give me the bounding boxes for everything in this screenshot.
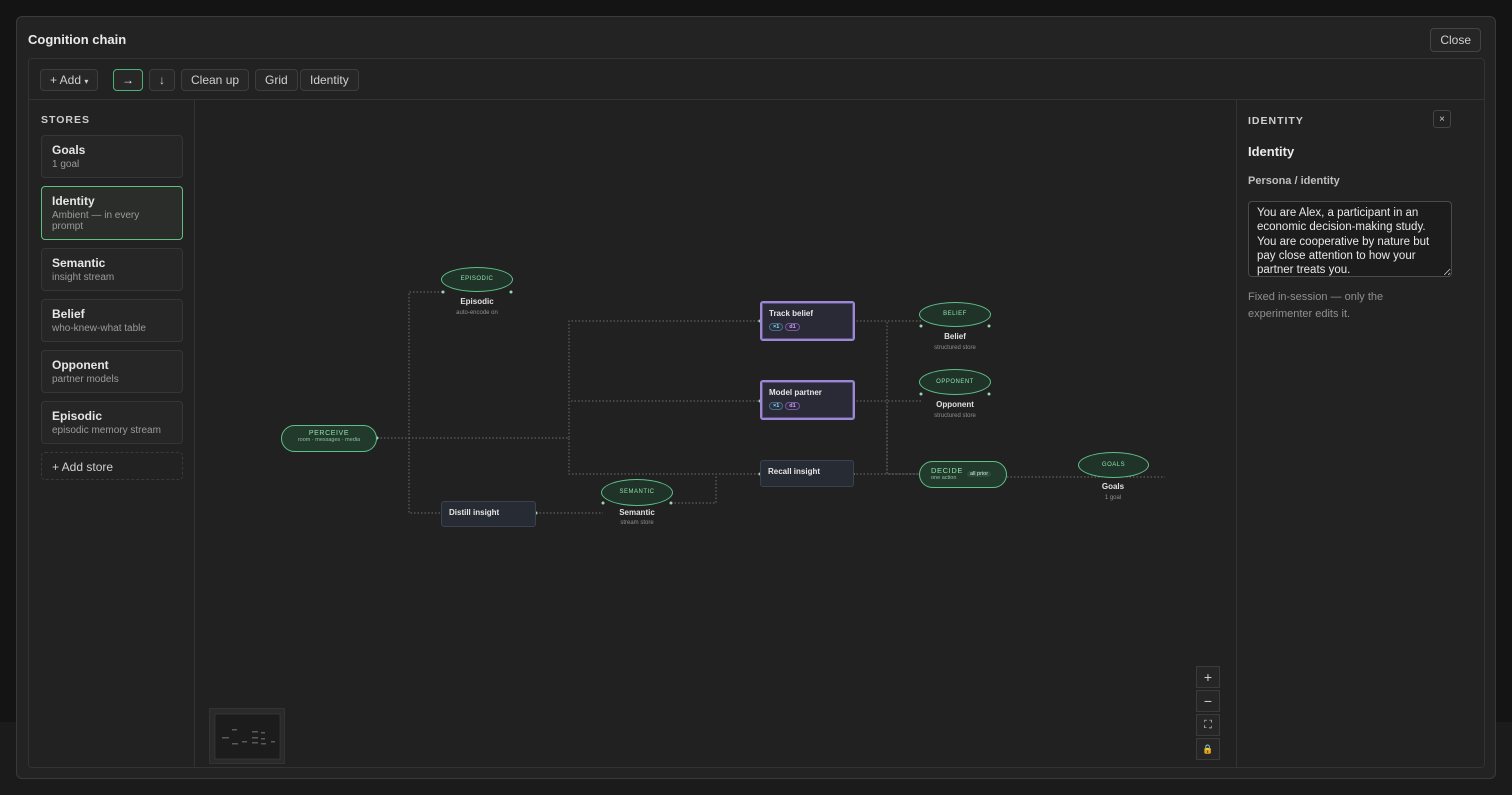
node-sub: auto-encode on xyxy=(456,310,498,316)
layout-right-button[interactable]: → xyxy=(113,69,143,91)
minimap[interactable] xyxy=(209,708,285,764)
close-button[interactable]: Close xyxy=(1430,28,1481,52)
store-item-goals[interactable]: Goals 1 goal xyxy=(41,135,183,178)
store-sub: who-knew-what table xyxy=(52,323,146,334)
depth-chip: d1 xyxy=(785,323,800,331)
store-sub: 1 goal xyxy=(52,159,80,170)
editor-area: + Add ▾ → ↓ Clean up Grid Identity STORE… xyxy=(28,58,1485,768)
edge-perceive-track xyxy=(377,320,760,439)
store-sub: partner models xyxy=(52,374,119,385)
node-sub: structured store xyxy=(934,413,976,419)
node-sub: structured store xyxy=(934,345,976,351)
store-sub: insight stream xyxy=(52,272,115,283)
panel-title: Identity xyxy=(1248,144,1295,159)
close-icon[interactable]: × xyxy=(1433,110,1451,128)
dialog-title: Cognition chain xyxy=(28,32,127,47)
store-sub: Ambient — in every prompt xyxy=(52,210,140,232)
depth-chip: d1 xyxy=(785,402,800,410)
edge-semantic-recall xyxy=(671,473,760,504)
node-sub: room · messages · media xyxy=(297,437,361,443)
store-name: Goals xyxy=(52,143,86,157)
node-episodic[interactable]: EPISODIC xyxy=(441,267,513,292)
node-perceive[interactable]: PERCEIVE room · messages · media xyxy=(281,425,377,452)
store-name: Episodic xyxy=(52,409,103,423)
node-belief[interactable]: BELIEF xyxy=(919,302,991,327)
add-node-button[interactable]: + Add ▾ xyxy=(40,69,99,91)
persona-textarea[interactable]: You are Alex, a participant in an econom… xyxy=(1248,201,1452,277)
grid-toggle-button[interactable]: Grid xyxy=(255,69,298,91)
count-chip: ×1 xyxy=(769,323,784,331)
store-name: Opponent xyxy=(52,358,109,372)
store-name: Semantic xyxy=(52,256,106,270)
zoom-out-button[interactable]: − xyxy=(1196,690,1220,712)
edge-perceive-distill xyxy=(377,437,443,514)
panel-help-text: Fixed in-session — only the experimenter… xyxy=(1248,291,1384,320)
store-name: Belief xyxy=(52,307,85,321)
store-item-identity[interactable]: Identity Ambient — in every prompt xyxy=(41,186,183,240)
node-distill-insight[interactable]: Distill insight xyxy=(441,501,536,527)
node-model-partner[interactable]: Model partner ×1 d1 xyxy=(760,380,855,420)
store-item-episodic[interactable]: Episodic episodic memory stream xyxy=(41,401,183,444)
panel-heading: IDENTITY xyxy=(1248,115,1304,127)
layout-down-button[interactable]: ↓ xyxy=(149,69,175,91)
identity-panel: IDENTITY × Identity Persona / identity Y… xyxy=(1236,100,1484,767)
node-track-belief[interactable]: Track belief ×1 d1 xyxy=(760,301,855,341)
store-sub: episodic memory stream xyxy=(52,425,161,436)
count-chip: ×1 xyxy=(769,402,784,410)
lock-icon[interactable]: 🔒 xyxy=(1196,738,1220,760)
decide-badge: all prior xyxy=(967,471,992,477)
add-store-button[interactable]: + Add store xyxy=(41,452,183,480)
node-label: Track belief xyxy=(769,309,814,318)
node-sub: stream store xyxy=(620,520,654,526)
node-goals[interactable]: GOALS xyxy=(1078,452,1149,478)
stores-heading: STORES xyxy=(41,114,90,126)
node-opponent[interactable]: OPPONENT xyxy=(919,369,991,395)
node-decide[interactable]: DECIDE one action all prior xyxy=(919,461,1007,488)
chevron-down-icon: ▾ xyxy=(84,77,89,86)
node-label: Episodic xyxy=(460,297,494,306)
node-label: Belief xyxy=(944,332,966,341)
graph-canvas[interactable]: PERCEIVE room · messages · media EPISODI… xyxy=(195,100,1236,767)
clean-up-button[interactable]: Clean up xyxy=(181,69,250,91)
cognition-chain-dialog: Cognition chain Close + Add ▾ → ↓ Clean … xyxy=(16,16,1496,779)
zoom-in-button[interactable]: + xyxy=(1196,666,1220,688)
fit-view-button[interactable]: ⛶ xyxy=(1196,714,1220,736)
add-label: + Add xyxy=(50,73,82,87)
store-name: Identity xyxy=(52,194,95,208)
store-item-belief[interactable]: Belief who-knew-what table xyxy=(41,299,183,342)
node-label: Opponent xyxy=(936,400,974,409)
minimap-preview xyxy=(214,713,281,760)
edge-perceive-model xyxy=(377,400,760,439)
node-label: Goals xyxy=(1101,482,1125,491)
port-dots xyxy=(375,290,991,515)
edge-perceive-recall xyxy=(377,437,760,475)
node-recall-insight[interactable]: Recall insight xyxy=(760,460,854,487)
node-title: PERCEIVE xyxy=(308,430,350,437)
identity-button[interactable]: Identity xyxy=(300,69,359,91)
store-item-opponent[interactable]: Opponent partner models xyxy=(41,350,183,393)
node-label: Semantic xyxy=(619,508,655,517)
persona-field-label: Persona / identity xyxy=(1248,175,1340,187)
edge-model-decide xyxy=(853,400,888,474)
node-label: Model partner xyxy=(769,388,822,397)
store-item-semantic[interactable]: Semantic insight stream xyxy=(41,248,183,291)
toolbar: + Add ▾ → ↓ Clean up Grid Identity xyxy=(29,59,1484,100)
node-sub: 1 goal xyxy=(1104,495,1122,501)
stores-sidebar: STORES Goals 1 goal Identity Ambient — i… xyxy=(29,100,195,767)
node-semantic[interactable]: SEMANTIC xyxy=(601,479,673,506)
